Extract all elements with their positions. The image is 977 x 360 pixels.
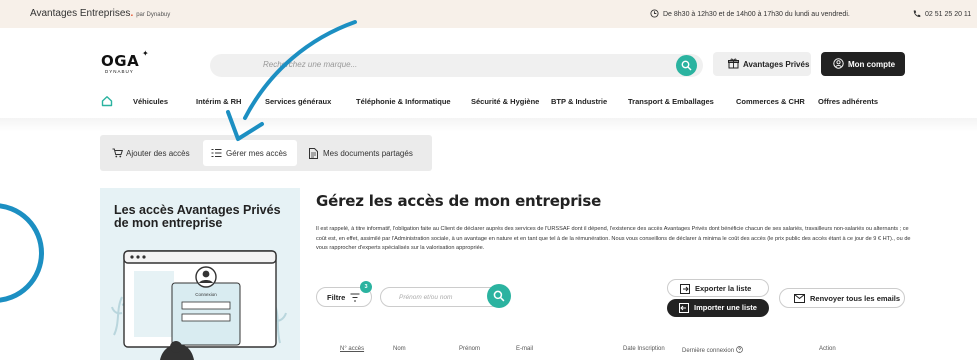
tab-ajouter-acces[interactable]: Ajouter des accès <box>106 140 198 166</box>
promo-title: Les accès Avantages Privés de mon entrep… <box>114 203 281 230</box>
logo-subtext: DYNABUY <box>105 69 134 74</box>
tab-documents-partages[interactable]: Mes documents partagés <box>303 140 427 166</box>
account-button[interactable]: Mon compte <box>821 52 905 76</box>
tab-documents-partages-label: Mes documents partagés <box>323 149 413 158</box>
column-header-action: Action <box>819 346 836 352</box>
privileges-button-label: Avantages Privés <box>743 60 810 69</box>
nav-item-vehicules[interactable]: Véhicules <box>133 97 168 106</box>
home-icon[interactable] <box>101 95 113 107</box>
filter-label: Filtre <box>327 293 346 302</box>
help-icon[interactable] <box>735 346 743 353</box>
hours-text: De 8h30 à 12h30 et de 14h00 à 17h30 du l… <box>663 11 850 18</box>
import-list-label: Importer une liste <box>694 303 757 312</box>
promo-card: Les accès Avantages Privés de mon entrep… <box>100 188 300 360</box>
nav-item-commerces-chr[interactable]: Commerces & CHR <box>736 97 805 106</box>
column-header-prenom: Prénom <box>459 346 481 352</box>
column-header-derniere-connexion: Dernière connexion <box>682 346 743 354</box>
name-search-placeholder: Prénom et/ou nom <box>399 294 453 301</box>
gift-icon <box>728 58 739 69</box>
logo-star-icon: ✦ <box>142 49 149 58</box>
tab-gerer-acces-label: Gérer mes accès <box>226 149 287 158</box>
illustration-login-label: Connexion <box>195 292 217 297</box>
nav-divider <box>0 118 977 132</box>
filter-count-badge: 3 <box>360 281 372 293</box>
phone-number[interactable]: 02 51 25 20 11 <box>912 9 971 18</box>
brand-name[interactable]: Avantages Entreprises. par Dynabuy <box>30 8 170 19</box>
search-placeholder: Recherchez une marque... <box>263 60 358 69</box>
filter-icon <box>350 293 360 302</box>
brand-text: Avantages Entreprises <box>30 8 131 19</box>
import-list-button[interactable]: Importer une liste <box>667 299 769 317</box>
tab-gerer-acces[interactable]: Gérer mes accès <box>203 140 297 166</box>
phone-icon <box>913 10 921 17</box>
nav-item-interim-rh[interactable]: Intérim & RH <box>196 97 241 106</box>
column-header-date-inscription: Date Inscription <box>623 346 665 352</box>
nav-item-telephonie-informatique[interactable]: Téléphonie & Informatique <box>356 97 451 106</box>
search-bar[interactable]: Recherchez une marque... <box>210 54 703 77</box>
column-header-email: E-mail <box>516 346 534 352</box>
export-list-label: Exporter la liste <box>695 284 752 293</box>
nav-item-transport-emballages[interactable]: Transport & Emballages <box>628 97 714 106</box>
nav-item-securite-hygiene[interactable]: Sécurité & Hygiène <box>471 97 539 106</box>
oga-logo[interactable]: OGA ✦ DYNABUY <box>101 49 149 74</box>
column-header-derniere-connexion-label: Dernière connexion <box>682 348 735 354</box>
top-info-bar: Avantages Entreprises. par Dynabuy De 8h3… <box>0 0 977 28</box>
brand-byline: par Dynabuy <box>136 12 171 18</box>
account-button-label: Mon compte <box>848 60 896 69</box>
brand-dot: . <box>130 8 134 19</box>
export-list-button[interactable]: Exporter la liste <box>667 279 769 297</box>
user-circle-icon <box>833 58 844 69</box>
logo-text: OGA <box>101 52 140 70</box>
search-icon <box>493 290 505 302</box>
opening-hours: De 8h30 à 12h30 et de 14h00 à 17h30 du l… <box>650 9 850 18</box>
resend-emails-label: Renvoyer tous les emails <box>810 294 901 303</box>
tab-ajouter-acces-label: Ajouter des accès <box>126 149 190 158</box>
import-icon <box>679 303 689 313</box>
column-header-num-acces[interactable]: N° accès <box>340 346 364 352</box>
page-title: Gérez les accès de mon entreprise <box>316 192 602 210</box>
urssaf-notice: Il est rappelé, à titre informatif, l'ob… <box>316 226 911 252</box>
privileges-button[interactable]: Avantages Privés <box>713 52 811 76</box>
login-illustration: Connexion <box>111 250 287 360</box>
annotation-circle <box>0 203 44 303</box>
nav-item-btp-industrie[interactable]: BTP & Industrie <box>551 97 607 106</box>
document-icon <box>309 148 318 159</box>
nav-item-offres-adherents[interactable]: Offres adhérents <box>818 97 878 106</box>
mail-icon <box>794 294 805 303</box>
column-header-nom: Nom <box>393 346 406 352</box>
clock-icon <box>650 9 659 18</box>
account-tabs: Ajouter des accès Gérer mes accès Mes do… <box>100 135 432 171</box>
list-icon <box>211 149 222 157</box>
export-icon <box>680 284 690 294</box>
phone-text: 02 51 25 20 11 <box>925 11 972 18</box>
page: Avantages Entreprises. par Dynabuy De 8h3… <box>0 0 977 360</box>
resend-emails-button[interactable]: Renvoyer tous les emails <box>779 288 905 308</box>
nav-item-services-generaux[interactable]: Services généraux <box>265 97 331 106</box>
search-icon <box>681 60 692 71</box>
cart-icon <box>112 148 123 158</box>
search-button[interactable] <box>676 55 697 76</box>
name-search-button[interactable] <box>487 284 511 308</box>
